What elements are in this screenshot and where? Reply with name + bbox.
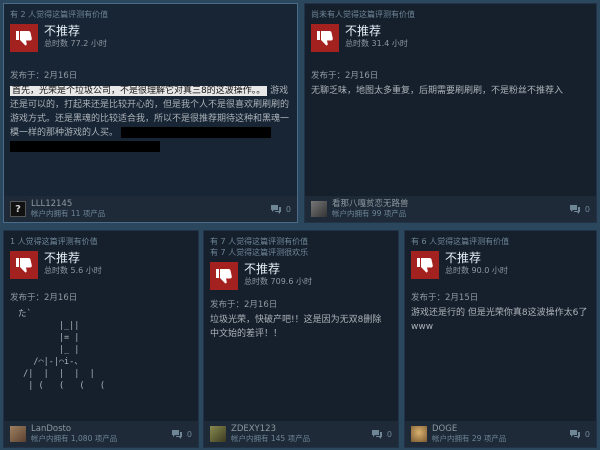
comment-button[interactable]: 0 [569, 204, 590, 214]
comment-icon [270, 204, 281, 214]
hours-played: 总时数 90.0 小时 [445, 266, 508, 275]
user-products: 帐户内拥有 99 项产品 [332, 209, 407, 218]
verdict-label: 不推荐 [445, 251, 482, 265]
review-footer: ? LLL12145 帐户内拥有 11 项产品 0 [4, 196, 297, 222]
review-verdict: 不推荐 总时数 31.4 小时 [305, 20, 596, 52]
review-verdict: 不推荐 总时数 90.0 小时 [405, 247, 596, 279]
review-footer: LanDosto 帐户内拥有 1,080 项产品 0 [4, 421, 198, 447]
user-name[interactable]: DOGE [432, 424, 506, 434]
review-card[interactable]: 1 人觉得这篇评测有价值 不推荐 总时数 5.6 小时 发布于：2月16日 た`… [3, 230, 199, 448]
review-text: 无聊乏味，地图太多重复，后期需要刷刷刷，不是粉丝不推荐入 [311, 86, 564, 96]
thumbs-down-icon [10, 251, 38, 279]
helpful-count: 有 2 人觉得这篇评测有价值 [10, 10, 109, 19]
thumbs-down-icon [10, 24, 38, 52]
comment-button[interactable]: 0 [270, 204, 291, 214]
verdict-label: 不推荐 [44, 251, 81, 265]
verdict-label: 不推荐 [244, 262, 281, 276]
review-text: 垃圾光荣，快破产吧!！这是因为无双8删除中文始的差评！！ [210, 315, 382, 339]
thumbs-down-icon [311, 24, 339, 52]
review-ascii-art: た` |_|| |= | |_ | /⌒|-|⌒i-、 /| | | | | |… [18, 309, 105, 391]
funny-count: 有 7 人觉得这篇评测很欢乐 [210, 248, 309, 257]
review-card[interactable]: 有 6 人觉得这篇评测有价值 不推荐 总时数 90.0 小时 发布于：2月15日… [404, 230, 597, 448]
review-footer: 看那八嘎贫恋无路兽 帐户内拥有 99 项产品 0 [305, 196, 596, 222]
posted-date: 发布于：2月16日 [311, 71, 379, 81]
user-name[interactable]: ZDEXY123 [231, 424, 310, 434]
comment-count: 0 [386, 429, 392, 439]
avatar[interactable] [411, 426, 427, 442]
review-footer: DOGE 帐户内拥有 29 项产品 0 [405, 421, 596, 447]
user-products: 帐户内拥有 145 项产品 [231, 434, 311, 443]
comment-count: 0 [584, 429, 590, 439]
helpful-count: 尚未有人觉得这篇评测有价值 [311, 10, 415, 19]
thumbs-down-icon [210, 262, 238, 290]
review-verdict: 不推荐 总时数 77.2 小时 [4, 20, 297, 52]
verdict-label: 不推荐 [44, 24, 81, 38]
user-name[interactable]: LanDosto [31, 424, 117, 434]
hours-played: 总时数 709.6 小时 [244, 277, 312, 286]
helpful-count: 1 人觉得这篇评测有价值 [10, 237, 98, 246]
helpful-count: 有 6 人觉得这篇评测有价值 [411, 237, 510, 246]
spoiler-block[interactable] [120, 127, 271, 138]
hours-played: 总时数 77.2 小时 [44, 39, 107, 48]
comment-icon [569, 204, 580, 214]
posted-date: 发布于：2月16日 [10, 71, 78, 81]
thumbs-down-icon [411, 251, 439, 279]
hours-played: 总时数 5.6 小时 [44, 266, 102, 275]
review-card[interactable]: 有 2 人觉得这篇评测有价值 不推荐 总时数 77.2 小时 发布于：2月16日… [3, 3, 298, 223]
comment-button[interactable]: 0 [171, 429, 192, 439]
comment-icon [371, 429, 382, 439]
user-name[interactable]: 看那八嘎贫恋无路兽 [332, 199, 409, 209]
comment-count: 0 [186, 429, 192, 439]
helpful-count: 有 7 人觉得这篇评测有价值 [210, 237, 309, 246]
posted-date: 发布于：2月16日 [10, 293, 78, 303]
spoiler-block[interactable] [10, 141, 160, 152]
user-products: 帐户内拥有 29 项产品 [432, 434, 507, 443]
comment-button[interactable]: 0 [371, 429, 392, 439]
comment-button[interactable]: 0 [569, 429, 590, 439]
review-footer: ZDEXY123 帐户内拥有 145 项产品 0 [204, 421, 398, 447]
avatar[interactable] [210, 426, 226, 442]
review-text: 游戏还是行的 但是光荣你真8这波操作太6了www [411, 308, 588, 332]
comment-icon [569, 429, 580, 439]
posted-date: 发布于：2月15日 [411, 293, 479, 303]
user-products: 帐户内拥有 1,080 项产品 [31, 434, 118, 443]
review-highlighted-text: 首先，光荣是个垃圾公司，不是很理解它对真三8的这波操作。。 [10, 86, 268, 96]
verdict-label: 不推荐 [345, 24, 382, 38]
review-verdict: 不推荐 总时数 5.6 小时 [4, 247, 198, 279]
review-verdict: 不推荐 总时数 709.6 小时 [204, 258, 398, 290]
review-card[interactable]: 有 7 人觉得这篇评测有价值 有 7 人觉得这篇评测很欢乐 不推荐 总时数 70… [203, 230, 399, 448]
posted-date: 发布于：2月16日 [210, 300, 278, 310]
avatar[interactable] [10, 426, 26, 442]
review-text: 首先，光荣是个垃圾公司，不是很理解它对真三8的这波操作。。 游戏还是可以的，打起… [4, 82, 297, 154]
hours-played: 总时数 31.4 小时 [345, 39, 408, 48]
avatar[interactable]: ? [10, 201, 26, 217]
comment-count: 0 [285, 204, 291, 214]
avatar[interactable] [311, 201, 327, 217]
question-icon: ? [15, 203, 21, 215]
user-products: 帐户内拥有 11 项产品 [31, 209, 106, 218]
user-name[interactable]: LLL12145 [31, 199, 105, 209]
comment-icon [171, 429, 182, 439]
comment-count: 0 [584, 204, 590, 214]
review-card[interactable]: 尚未有人觉得这篇评测有价值 不推荐 总时数 31.4 小时 发布于：2月16日 … [304, 3, 597, 223]
